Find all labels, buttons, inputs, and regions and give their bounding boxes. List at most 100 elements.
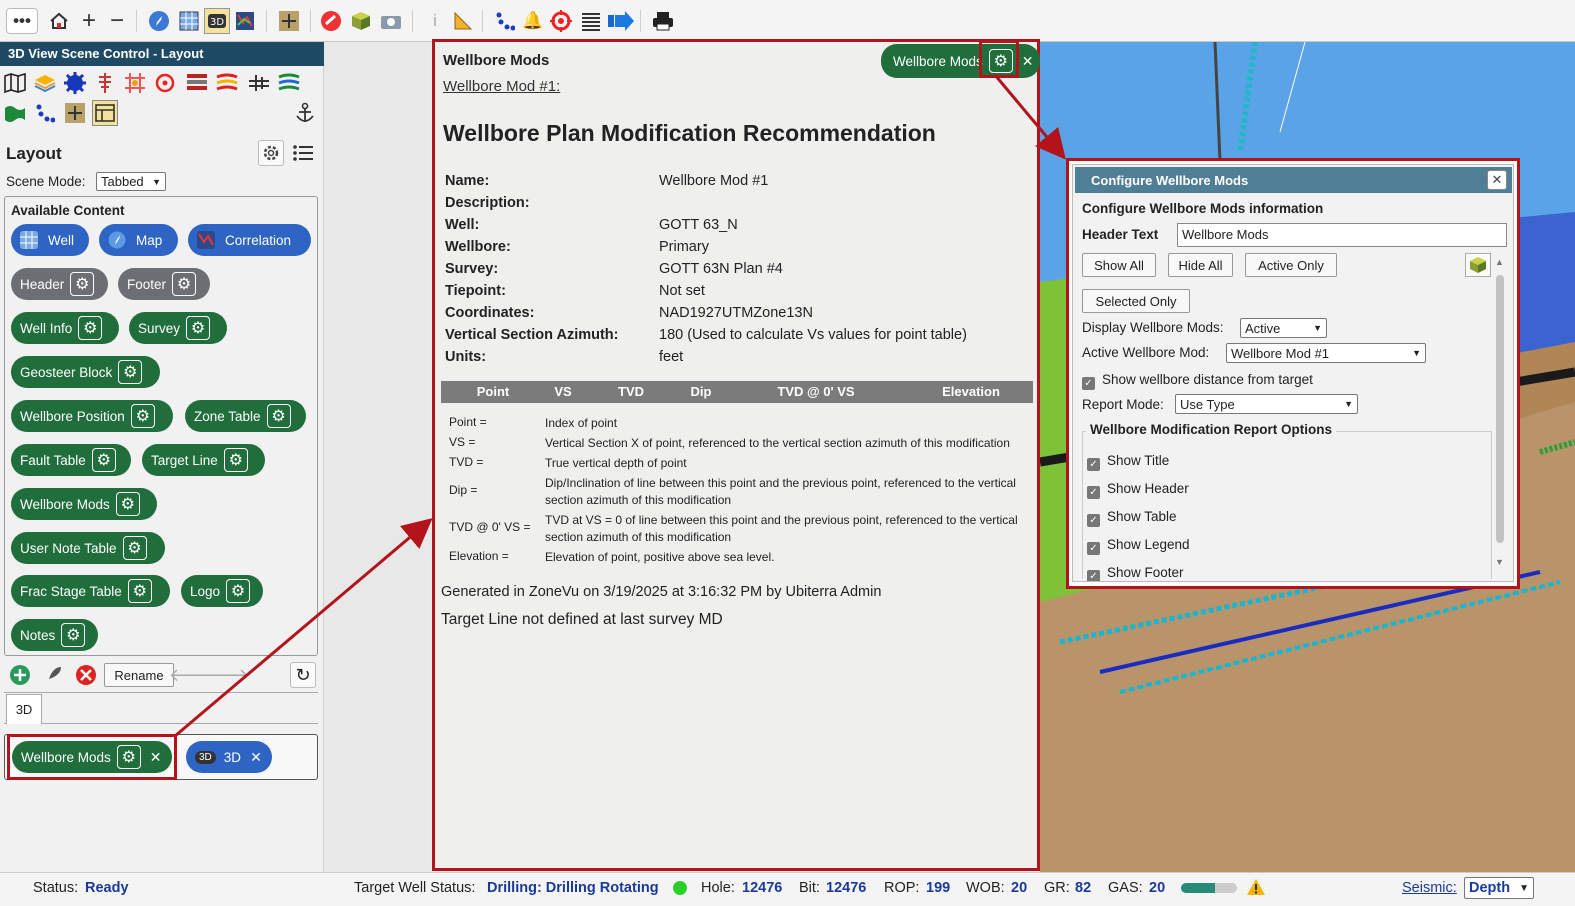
content-well[interactable]: Well: [11, 224, 89, 256]
anchor-icon[interactable]: [292, 100, 318, 126]
scene-mode-select[interactable]: Tabbed ▼: [96, 172, 166, 191]
flag-icon[interactable]: [2, 100, 28, 126]
selected-only-button[interactable]: Selected Only: [1082, 289, 1190, 313]
close-icon[interactable]: ✕: [1022, 53, 1034, 70]
option-checkbox[interactable]: ✓ Show Title: [1087, 453, 1169, 471]
show-all-button[interactable]: Show All: [1082, 253, 1156, 277]
zones-icon[interactable]: [214, 70, 240, 96]
grid-marker-icon[interactable]: [122, 70, 148, 96]
warning-icon[interactable]: [1246, 878, 1266, 900]
mod-link[interactable]: Wellbore Mod #1:: [443, 78, 560, 95]
close-icon[interactable]: ✕: [250, 749, 262, 766]
option-checkbox[interactable]: ✓ Show Legend: [1087, 537, 1190, 555]
seismic-link[interactable]: Seismic:: [1402, 880, 1457, 896]
gear-icon[interactable]: ⚙: [186, 316, 211, 340]
content-header[interactable]: Header ⚙: [11, 268, 108, 300]
content-zone-table[interactable]: Zone Table ⚙: [185, 400, 306, 432]
display-select[interactable]: Active ▼: [1240, 318, 1327, 338]
content-target-line[interactable]: Target Line ⚙: [142, 444, 265, 476]
rocket-icon[interactable]: [40, 662, 66, 688]
home-icon[interactable]: [46, 8, 72, 34]
content-frac-stage-table[interactable]: Frac Stage Table ⚙: [11, 575, 170, 607]
gear-icon[interactable]: ⚙: [223, 448, 248, 472]
well-path-icon[interactable]: [92, 70, 118, 96]
gear-icon[interactable]: ⚙: [91, 448, 116, 472]
gear-icon[interactable]: ⚙: [115, 492, 140, 516]
list-icon[interactable]: [290, 140, 316, 166]
option-checkbox[interactable]: ✓ Show Header: [1087, 481, 1189, 499]
cube-icon[interactable]: [1465, 253, 1491, 277]
content-survey[interactable]: Survey ⚙: [129, 312, 227, 344]
ruler-icon[interactable]: [450, 8, 476, 34]
compass-icon[interactable]: [146, 8, 172, 34]
content-correlation[interactable]: Correlation: [188, 224, 311, 256]
content-logo[interactable]: Logo ⚙: [181, 575, 263, 607]
geosteer-icon[interactable]: [318, 8, 344, 34]
surfaces-icon[interactable]: [276, 70, 302, 96]
rename-button[interactable]: Rename: [104, 663, 174, 687]
gear-icon[interactable]: ⚙: [130, 404, 155, 428]
zoom-in-icon[interactable]: +: [76, 7, 102, 34]
content-wellbore-position[interactable]: Wellbore Position ⚙: [11, 400, 173, 432]
show-distance-checkbox[interactable]: ✓ Show wellbore distance from target: [1082, 372, 1313, 390]
gear-icon[interactable]: ⚙: [127, 579, 152, 603]
section-icon[interactable]: [62, 100, 88, 126]
option-checkbox[interactable]: ✓ Show Table: [1087, 509, 1177, 527]
dialog-close-icon[interactable]: ✕: [1487, 170, 1507, 190]
hide-all-button[interactable]: Hide All: [1168, 253, 1233, 277]
seismic-select[interactable]: Depth ▼: [1464, 877, 1534, 899]
horizons-icon[interactable]: [184, 70, 210, 96]
content-geosteer-block[interactable]: Geosteer Block ⚙: [11, 356, 160, 388]
arrow-right-icon[interactable]: 🡒: [201, 662, 249, 688]
cross-section-icon[interactable]: [276, 8, 302, 34]
target-icon-small[interactable]: [152, 70, 178, 96]
target-icon[interactable]: [548, 8, 574, 34]
tab-item-3d[interactable]: 3D 3D ✕: [186, 741, 272, 773]
report-mode-select[interactable]: Use Type ▼: [1175, 394, 1358, 414]
camera-icon[interactable]: [378, 8, 404, 34]
layer-cube-icon[interactable]: [348, 8, 374, 34]
content-well-info[interactable]: Well Info ⚙: [11, 312, 119, 344]
gear-icon[interactable]: ⚙: [266, 404, 291, 428]
layout-icon[interactable]: [92, 100, 118, 126]
fault-star-icon[interactable]: [62, 70, 88, 96]
content-map[interactable]: Map: [99, 224, 178, 256]
pin-icon[interactable]: 🔔: [520, 8, 546, 34]
gear-icon[interactable]: ⚙: [172, 272, 197, 296]
info-icon[interactable]: i: [422, 8, 448, 34]
gear-icon[interactable]: ⚙: [78, 316, 103, 340]
settings-gear-icon[interactable]: [258, 140, 284, 166]
gear-icon[interactable]: ⚙: [226, 579, 251, 603]
gear-icon[interactable]: ⚙: [118, 360, 143, 384]
add-icon[interactable]: [7, 662, 33, 688]
export-arrow-icon[interactable]: [606, 8, 636, 34]
delete-icon[interactable]: [73, 662, 99, 688]
content-fault-table[interactable]: Fault Table ⚙: [11, 444, 131, 476]
content-wellbore-mods[interactable]: Wellbore Mods ⚙: [11, 488, 157, 520]
correlation-icon[interactable]: [232, 8, 258, 34]
stacked-layers-icon[interactable]: [32, 70, 58, 96]
content-user-note-table[interactable]: User Note Table ⚙: [11, 532, 165, 564]
gear-icon[interactable]: ⚙: [122, 536, 147, 560]
active-mod-select[interactable]: Wellbore Mod #1 ▼: [1226, 343, 1426, 363]
refresh-icon[interactable]: ↻: [290, 662, 316, 688]
grid-view-icon[interactable]: [176, 8, 202, 34]
more-icon[interactable]: •••: [6, 8, 38, 34]
points-icon[interactable]: [32, 100, 58, 126]
gear-icon[interactable]: ⚙: [61, 623, 86, 647]
print-icon[interactable]: [650, 8, 676, 34]
dialog-scrollbar[interactable]: ▲ ▼: [1493, 257, 1507, 575]
active-only-button[interactable]: Active Only: [1245, 253, 1337, 277]
tab-3d[interactable]: 3D: [6, 694, 42, 724]
3d-view-icon[interactable]: 3D: [204, 8, 230, 34]
option-checkbox[interactable]: ✓ Show Footer: [1087, 565, 1184, 581]
content-footer[interactable]: Footer ⚙: [118, 268, 210, 300]
header-text-input[interactable]: Wellbore Mods: [1177, 223, 1507, 247]
content-notes[interactable]: Notes ⚙: [11, 619, 98, 651]
lines-icon[interactable]: [578, 8, 604, 34]
gear-icon[interactable]: ⚙: [70, 272, 95, 296]
survey-points-icon[interactable]: [492, 8, 518, 34]
tie-lines-icon[interactable]: [246, 70, 272, 96]
zoom-out-icon[interactable]: −: [104, 7, 130, 34]
map-layers-icon[interactable]: [2, 70, 28, 96]
